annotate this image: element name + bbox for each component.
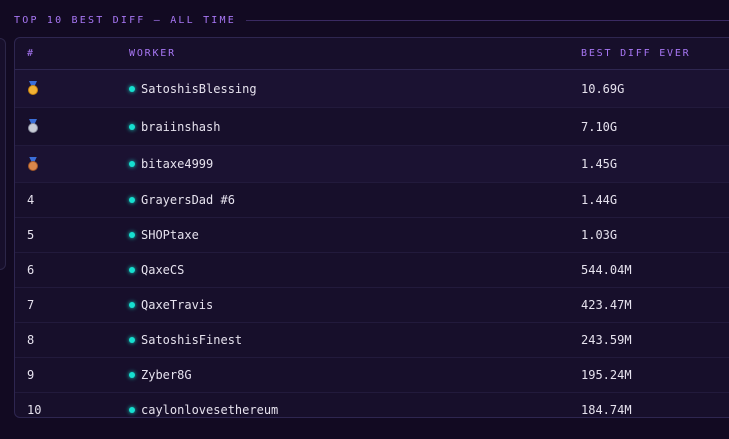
section-header: TOP 10 BEST DIFF — ALL TIME (14, 12, 729, 28)
table-row[interactable]: SatoshisBlessing 10.69G (15, 70, 729, 108)
worker-name: QaxeTravis (141, 298, 214, 312)
rank-cell: 10 (27, 403, 42, 417)
table-row[interactable]: 4 GrayersDad #6 1.44G (15, 183, 729, 218)
worker-name: SatoshisFinest (141, 333, 243, 347)
best-diff-value: 1.44G (581, 193, 618, 207)
best-diff-value: 544.04M (581, 263, 632, 277)
column-header-best-diff: BEST DIFF EVER (581, 48, 691, 59)
online-status-dot (129, 337, 135, 343)
worker-cell: SHOPtaxe (129, 228, 581, 242)
rank-cell: 9 (27, 368, 35, 382)
column-header-worker: WORKER (129, 48, 176, 59)
worker-name: braiinshash (141, 119, 221, 134)
online-status-dot (129, 197, 135, 203)
worker-cell: QaxeCS (129, 263, 581, 277)
online-status-dot (129, 161, 135, 167)
online-status-dot (129, 407, 135, 413)
online-status-dot (129, 302, 135, 308)
worker-name: SHOPtaxe (141, 228, 199, 242)
worker-cell: braiinshash (129, 120, 581, 134)
rank-cell (15, 81, 129, 96)
best-diff-value: 10.69G (581, 81, 625, 96)
worker-name: Zyber8G (141, 368, 192, 382)
best-diff-value: 184.74M (581, 403, 632, 417)
rank-cell: 5 (27, 228, 35, 242)
worker-cell: bitaxe4999 (129, 157, 581, 171)
column-header-rank: # (27, 48, 35, 59)
online-status-dot (129, 267, 135, 273)
table-row[interactable]: 5 SHOPtaxe 1.03G (15, 218, 729, 253)
rank-cell: 7 (27, 298, 35, 312)
best-diff-value: 7.10G (581, 119, 618, 134)
online-status-dot (129, 372, 135, 378)
worker-name: caylonlovesethereum (141, 403, 279, 417)
worker-name: QaxeCS (141, 263, 185, 277)
online-status-dot (129, 232, 135, 238)
leaderboard-table: # WORKER BEST DIFF EVER SatoshisBlessing… (14, 37, 729, 418)
section-title: TOP 10 BEST DIFF — ALL TIME (14, 14, 236, 26)
gold-medal-icon (27, 81, 39, 96)
table-row[interactable]: bitaxe4999 1.45G (15, 146, 729, 183)
best-diff-value: 243.59M (581, 333, 632, 347)
table-header: # WORKER BEST DIFF EVER (15, 38, 729, 70)
rank-cell (15, 119, 129, 134)
worker-cell: SatoshisFinest (129, 333, 581, 347)
best-diff-value: 423.47M (581, 298, 632, 312)
worker-cell: Zyber8G (129, 368, 581, 382)
bronze-medal-icon (27, 156, 39, 172)
rank-cell: 6 (27, 263, 35, 277)
worker-cell: SatoshisBlessing (129, 82, 581, 96)
table-row[interactable]: 9 Zyber8G 195.24M (15, 358, 729, 393)
worker-cell: GrayersDad #6 (129, 193, 581, 207)
table-row[interactable]: 7 QaxeTravis 423.47M (15, 288, 729, 323)
best-diff-value: 1.03G (581, 228, 618, 242)
online-status-dot (129, 123, 135, 130)
online-status-dot (129, 85, 135, 92)
best-diff-value: 1.45G (581, 157, 618, 171)
rank-cell: 8 (27, 333, 35, 347)
worker-cell: caylonlovesethereum (129, 403, 581, 417)
best-diff-value: 195.24M (581, 368, 632, 382)
worker-name: SatoshisBlessing (141, 81, 257, 96)
rank-cell: 4 (27, 193, 35, 207)
header-divider (245, 19, 729, 21)
table-row[interactable]: 6 QaxeCS 544.04M (15, 253, 729, 288)
worker-cell: QaxeTravis (129, 298, 581, 312)
rank-cell (15, 156, 129, 172)
worker-name: bitaxe4999 (141, 157, 214, 171)
table-row[interactable]: 8 SatoshisFinest 243.59M (15, 323, 729, 358)
left-panel-edge (0, 38, 6, 270)
silver-medal-icon (27, 119, 39, 134)
table-row[interactable]: braiinshash 7.10G (15, 108, 729, 146)
worker-name: GrayersDad #6 (141, 193, 235, 207)
table-row[interactable]: 10 caylonlovesethereum 184.74M (15, 393, 729, 417)
